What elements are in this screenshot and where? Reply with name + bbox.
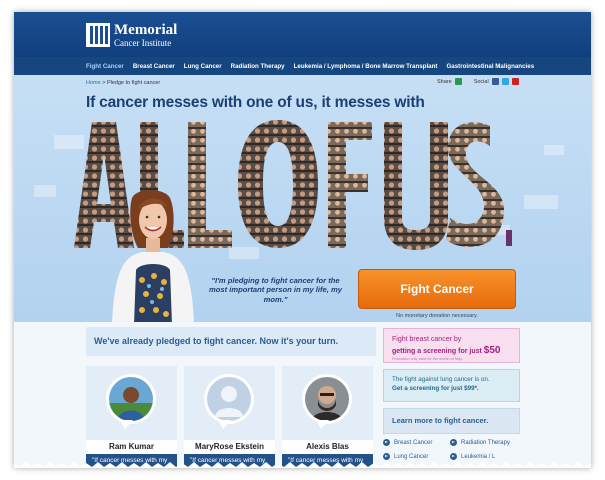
- logo-mark-icon: [86, 23, 110, 47]
- decor-square: [34, 185, 56, 197]
- share-icon[interactable]: [454, 78, 462, 85]
- breadcrumb-current: Pledge to fight cancer: [106, 80, 161, 86]
- youtube-icon[interactable]: [511, 78, 519, 85]
- pledges-section: We've already pledged to fight cancer. N…: [14, 322, 591, 468]
- arrow-bullet-icon: [383, 439, 390, 446]
- fight-cancer-button[interactable]: Fight Cancer: [358, 269, 516, 309]
- facebook-icon[interactable]: [491, 78, 499, 85]
- hero-headline: If cancer messes with one of us, it mess…: [86, 94, 425, 111]
- torn-edge-decoration: [14, 462, 591, 468]
- logo-title: Memorial: [114, 21, 178, 38]
- learn-more-heading: Learn more to fight cancer.: [383, 408, 520, 434]
- share-bar: Share Social: [437, 78, 519, 85]
- pledge-quote: "I'm pledging to fight cancer for the mo…: [209, 276, 342, 304]
- link-breast-cancer[interactable]: Breast Cancer: [383, 439, 443, 446]
- ad2-line2: Get a screening for just $99*.: [392, 384, 479, 392]
- decor-square: [544, 145, 564, 155]
- pledger-photo: [112, 190, 194, 322]
- share-label: Share: [437, 78, 452, 85]
- pledger-name: MaryRose Ekstein: [184, 440, 275, 454]
- ad2-line1: The fight against lung cancer is on.: [392, 376, 490, 383]
- pledger-name: Ram Kumar: [86, 440, 177, 454]
- breast-cancer-ad[interactable]: Fight breast cancer by getting a screeni…: [383, 328, 520, 363]
- twitter-icon[interactable]: [501, 78, 509, 85]
- nav-item-leukemia[interactable]: Leukemia / Lymphoma / Bone Marrow Transp…: [294, 63, 438, 70]
- pledge-card[interactable]: Alexis Blas "If cancer messes with my: [282, 366, 373, 468]
- main-nav: Fight Cancer Breast Cancer Lung Cancer R…: [14, 57, 591, 75]
- nav-item-fight-cancer[interactable]: Fight Cancer: [86, 63, 124, 70]
- ad1-price: $50: [483, 345, 501, 357]
- pledge-card[interactable]: MaryRose Ekstein "If cancer messes with …: [184, 366, 275, 468]
- social-label: Social: [473, 78, 489, 85]
- avatar-placeholder-icon: [204, 374, 254, 424]
- ad1-line1: Fight breast cancer by: [392, 336, 462, 343]
- ad1-line2: getting a screening for just: [392, 348, 484, 356]
- pledger-name: Alexis Blas: [282, 440, 373, 454]
- nav-item-gastrointestinal[interactable]: Gastrointestinal Malignancies: [446, 63, 534, 70]
- hero-section: Home > Pledge to fight cancer Share Soci…: [14, 75, 591, 322]
- decor-square: [524, 195, 558, 209]
- lung-cancer-ad[interactable]: The fight against lung cancer is on. Get…: [383, 369, 520, 402]
- breadcrumb: Home > Pledge to fight cancer: [86, 80, 161, 86]
- page-frame: Memorial Cancer Institute Fight Cancer B…: [14, 12, 591, 468]
- ad1-fine-print: Promotion only valid for the month of Ma…: [392, 357, 463, 362]
- avatar: [302, 374, 352, 424]
- site-header: Memorial Cancer Institute: [14, 12, 591, 57]
- pledge-heading: We've already pledged to fight cancer. N…: [94, 336, 339, 346]
- link-radiation-therapy[interactable]: Radiation Therapy: [450, 439, 510, 446]
- avatar: [106, 374, 156, 424]
- arrow-bullet-icon: [450, 439, 457, 446]
- pledge-banner: We've already pledged to fight cancer. N…: [86, 327, 376, 356]
- nav-item-lung-cancer[interactable]: Lung Cancer: [184, 63, 222, 70]
- nav-item-radiation-therapy[interactable]: Radiation Therapy: [231, 63, 285, 70]
- site-logo[interactable]: Memorial Cancer Institute: [86, 22, 177, 48]
- cta-note: No monetary donation necessary.: [396, 313, 478, 319]
- pledge-card[interactable]: Ram Kumar "If cancer messes with my: [86, 366, 177, 468]
- nav-item-breast-cancer[interactable]: Breast Cancer: [133, 63, 175, 70]
- logo-subtitle: Cancer Institute: [114, 37, 172, 48]
- breadcrumb-home[interactable]: Home: [86, 80, 101, 86]
